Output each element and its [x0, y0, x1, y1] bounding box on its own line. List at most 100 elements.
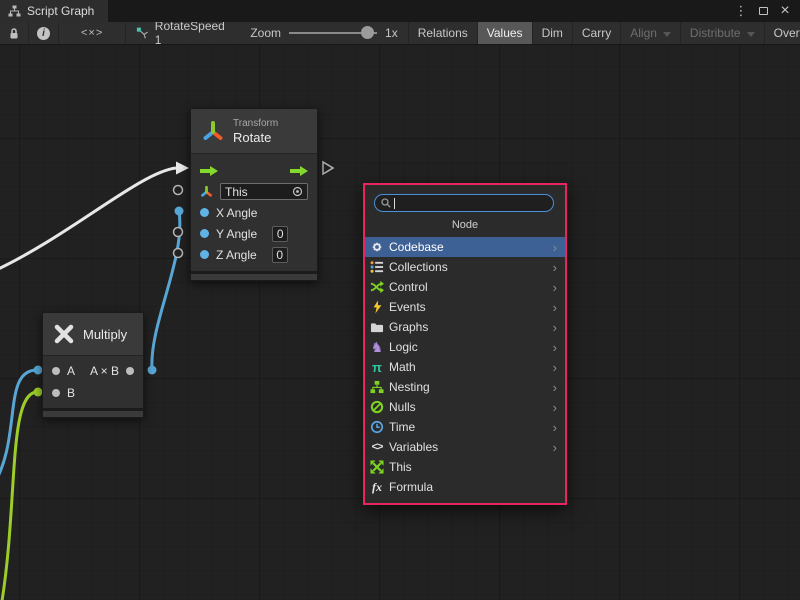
- finder-item-formula[interactable]: fx Formula: [365, 477, 565, 497]
- align-label: Align: [630, 26, 657, 40]
- object-picker-icon[interactable]: [292, 186, 303, 197]
- chevron-right-icon: ›: [553, 261, 561, 274]
- a-port-row: A A × B: [43, 360, 143, 382]
- this-field-value: This: [225, 185, 248, 199]
- a-label: A: [67, 364, 75, 378]
- y-angle-input[interactable]: 0: [272, 226, 288, 242]
- finder-item-label: Events: [389, 300, 426, 314]
- close-icon[interactable]: ×: [776, 2, 794, 20]
- port-this-ring[interactable]: [174, 186, 183, 195]
- chevron-right-icon: ›: [553, 301, 561, 314]
- port-xangle-connected[interactable]: [175, 207, 184, 216]
- rotate-node-header[interactable]: Transform Rotate: [191, 109, 317, 153]
- graph-breadcrumb[interactable]: RotateSpeed 1: [126, 22, 236, 44]
- finder-header: Node: [365, 219, 565, 231]
- distribute-button: Distribute: [681, 22, 765, 44]
- finder-item-collections[interactable]: Collections ›: [365, 257, 565, 277]
- finder-item-control[interactable]: Control ›: [365, 277, 565, 297]
- port-yangle-ring[interactable]: [174, 228, 183, 237]
- zoom-label: Zoom: [250, 26, 281, 40]
- finder-item-codebase[interactable]: Codebase ›: [365, 237, 565, 257]
- finder-item-time[interactable]: Time ›: [365, 417, 565, 437]
- a-port[interactable]: [52, 367, 60, 375]
- z-angle-input[interactable]: 0: [272, 247, 288, 263]
- chevron-right-icon: ›: [553, 321, 561, 334]
- node-category: Transform: [233, 118, 278, 130]
- x-angle-port[interactable]: [200, 208, 209, 217]
- transform-icon: [201, 119, 225, 143]
- this-object-field[interactable]: This: [220, 183, 308, 200]
- values-button[interactable]: Values: [478, 22, 533, 44]
- overview-button[interactable]: Overview: [765, 22, 800, 44]
- y-angle-port[interactable]: [200, 229, 209, 238]
- this-port-row: This: [191, 181, 317, 202]
- finder-item-label: This: [389, 460, 412, 474]
- finder-item-variables[interactable]: <> Variables ›: [365, 437, 565, 457]
- relations-button[interactable]: Relations: [409, 22, 478, 44]
- window-menu-icon[interactable]: ⋮: [732, 2, 750, 20]
- finder-item-this[interactable]: This: [365, 457, 565, 477]
- out-port[interactable]: [126, 367, 134, 375]
- multiply-node-header[interactable]: Multiply: [43, 313, 143, 355]
- z-angle-port-row: Z Angle 0: [191, 244, 317, 265]
- zoom-control: Zoom 1x: [236, 22, 408, 44]
- y-angle-label: Y Angle: [216, 227, 257, 241]
- fuzzy-finder-popup: Node Codebase ›: [363, 183, 567, 505]
- flow-in-arrow-icon[interactable]: [200, 166, 218, 176]
- z-angle-port[interactable]: [200, 250, 209, 259]
- z-angle-label: Z Angle: [216, 248, 257, 262]
- zoom-slider-knob[interactable]: [361, 26, 374, 39]
- tab-title: Script Graph: [27, 4, 94, 18]
- graph-toolbar: i <×> RotateSpeed 1 Zoom 1x Relations Va…: [0, 22, 800, 45]
- graph-canvas[interactable]: Transform Rotate: [0, 45, 800, 600]
- carry-button[interactable]: Carry: [573, 22, 621, 44]
- chevron-right-icon: ›: [553, 421, 561, 434]
- dim-button[interactable]: Dim: [533, 22, 573, 44]
- info-button[interactable]: i: [29, 22, 59, 44]
- graph-node-icon: [136, 26, 149, 40]
- b-port-row: B: [43, 382, 143, 404]
- transform-mini-icon: [200, 185, 213, 198]
- chevron-right-icon: ›: [553, 241, 561, 254]
- maximize-icon[interactable]: [754, 2, 772, 20]
- breadcrumb-label: RotateSpeed 1: [155, 22, 227, 45]
- lock-button[interactable]: [0, 22, 29, 44]
- finder-item-label: Nulls: [389, 400, 416, 414]
- port-multiply-out-connected[interactable]: [148, 366, 157, 375]
- unity-visual-scripting-window: Script Graph ⋮ × i <×> RotateSpeed 1: [0, 0, 800, 600]
- node-transform-rotate[interactable]: Transform Rotate: [190, 108, 318, 281]
- finder-item-label: Codebase: [389, 240, 444, 254]
- finder-item-nesting[interactable]: Nesting ›: [365, 377, 565, 397]
- finder-item-logic[interactable]: ♞ Logic ›: [365, 337, 565, 357]
- finder-item-label: Nesting: [389, 380, 430, 394]
- finder-item-label: Control: [389, 280, 428, 294]
- text-cursor: [394, 198, 395, 209]
- rotate-node-footer: [191, 271, 317, 280]
- flow-out-arrow-icon[interactable]: [290, 166, 308, 176]
- finder-item-graphs[interactable]: Graphs ›: [365, 317, 565, 337]
- b-port[interactable]: [52, 389, 60, 397]
- window-controls: ⋮ ×: [732, 0, 800, 22]
- wire-into-b[interactable]: [2, 392, 37, 600]
- zoom-value: 1x: [385, 26, 398, 40]
- finder-search-field[interactable]: [374, 194, 554, 212]
- port-zangle-ring[interactable]: [174, 249, 183, 258]
- chevron-right-icon: ›: [553, 381, 561, 394]
- finder-item-math[interactable]: π Math ›: [365, 357, 565, 377]
- angle-brackets-icon: <>: [369, 440, 385, 455]
- finder-item-nulls[interactable]: Nulls ›: [365, 397, 565, 417]
- finder-item-events[interactable]: Events ›: [365, 297, 565, 317]
- node-multiply[interactable]: Multiply A A × B B: [42, 312, 144, 418]
- wire-flow-input[interactable]: [0, 168, 176, 272]
- lock-icon: [8, 27, 20, 40]
- chevron-right-icon: ›: [553, 281, 561, 294]
- finder-item-label: Collections: [389, 260, 448, 274]
- multiply-node-footer: [43, 408, 143, 417]
- zoom-slider[interactable]: [289, 26, 377, 40]
- code-view-button[interactable]: <×>: [59, 22, 126, 44]
- port-flow-out-triangle[interactable]: [323, 162, 333, 174]
- finder-list: Codebase › Collections ›: [365, 237, 565, 497]
- wire-arrowhead-icon: [176, 162, 189, 175]
- tab-script-graph[interactable]: Script Graph: [0, 0, 108, 22]
- finder-item-label: Time: [389, 420, 415, 434]
